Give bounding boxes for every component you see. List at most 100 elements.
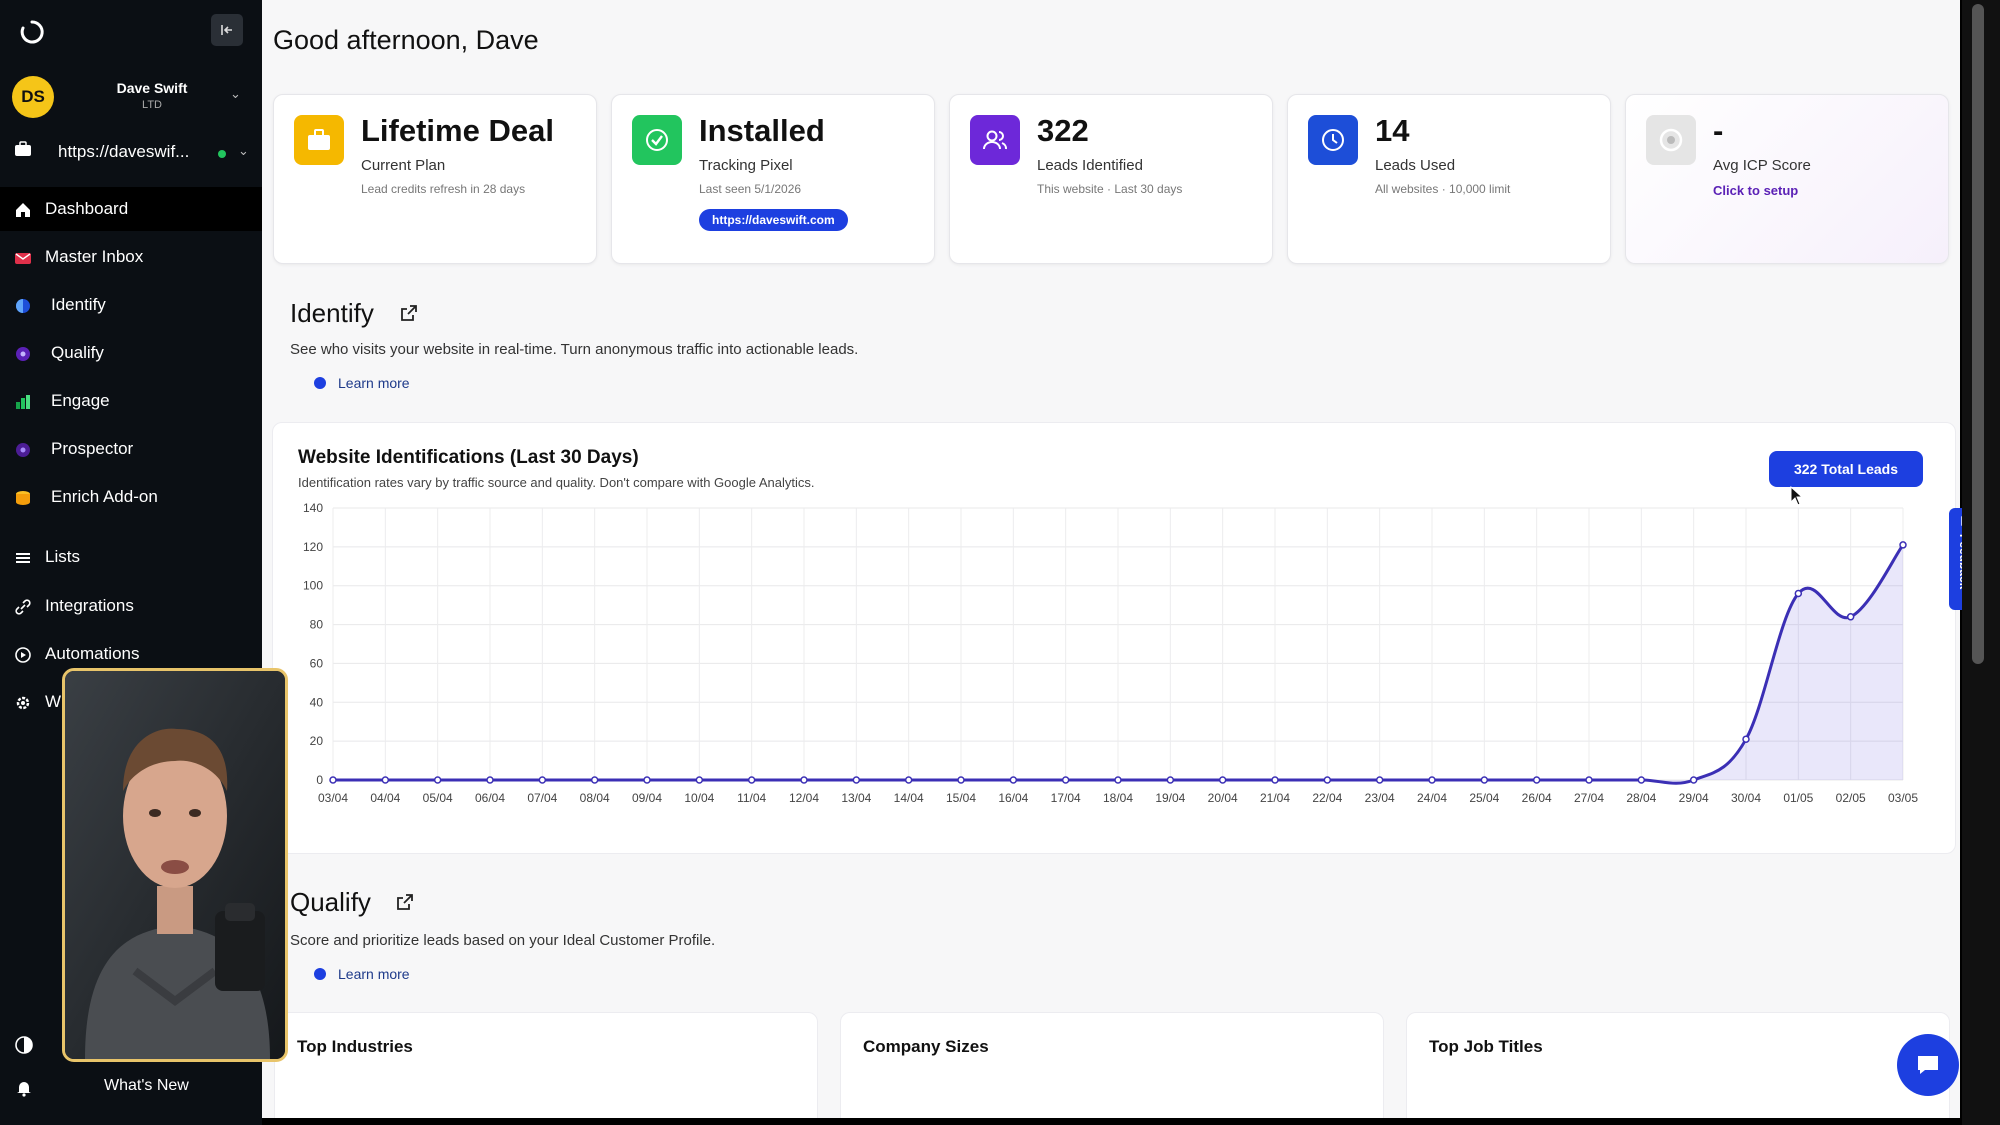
stat-subtext: Lead credits refresh in 28 days bbox=[361, 182, 526, 196]
x-tick-label: 09/04 bbox=[632, 791, 662, 805]
scrollbar[interactable] bbox=[1962, 0, 2000, 1125]
sidebar-item-prospector[interactable]: Prospector bbox=[0, 427, 262, 471]
data-point bbox=[1637, 776, 1646, 784]
collapse-sidebar-button[interactable] bbox=[211, 14, 243, 46]
x-tick-label: 22/04 bbox=[1312, 791, 1342, 805]
data-point bbox=[1323, 776, 1332, 784]
total-leads-button[interactable]: 322 Total Leads bbox=[1769, 451, 1923, 487]
theme-icon[interactable] bbox=[14, 1035, 34, 1055]
user-switcher[interactable]: DS Dave Swift LTD ⌄ bbox=[12, 76, 252, 118]
external-link-icon[interactable] bbox=[396, 893, 414, 911]
setup-icp-link[interactable]: Click to setup bbox=[1713, 183, 1798, 198]
data-point bbox=[1585, 776, 1593, 784]
identify-learn-more-link[interactable]: Learn more bbox=[338, 375, 410, 391]
sidebar-item-label: Lists bbox=[45, 547, 80, 566]
data-point bbox=[486, 776, 494, 784]
qualify-learn-more-link[interactable]: Learn more bbox=[338, 966, 410, 982]
stat-card-leads-used: 14 Leads Used All websites · 10,000 limi… bbox=[1287, 94, 1611, 264]
sidebar-item-engage[interactable]: Engage bbox=[0, 379, 262, 423]
sidebar-item-lists[interactable]: Lists bbox=[0, 535, 262, 579]
y-tick-label: 120 bbox=[303, 540, 323, 554]
logo-icon[interactable] bbox=[18, 18, 46, 46]
sidebar-item-qualify[interactable]: Qualify bbox=[0, 331, 262, 375]
qualify-description: Score and prioritize leads based on your… bbox=[290, 932, 716, 949]
whats-new-link[interactable]: What's New bbox=[104, 1077, 189, 1095]
chart-title: Website Identifications (Last 30 Days) bbox=[298, 447, 639, 468]
identify-section-title: Identify bbox=[290, 298, 374, 328]
sidebar-item-label: Engage bbox=[51, 391, 110, 410]
collapse-icon bbox=[221, 25, 232, 35]
x-tick-label: 17/04 bbox=[1051, 791, 1081, 805]
data-point bbox=[1742, 735, 1750, 743]
briefcase-icon bbox=[294, 115, 344, 165]
stat-card-leads-identified: 322 Leads Identified This website · Last… bbox=[949, 94, 1273, 264]
x-tick-label: 06/04 bbox=[475, 791, 505, 805]
sidebar-item-integrations[interactable]: Integrations bbox=[0, 584, 262, 628]
data-point bbox=[1899, 541, 1907, 549]
user-plan: LTD bbox=[142, 99, 162, 111]
x-tick-label: 30/04 bbox=[1731, 791, 1761, 805]
stat-card-icp-score[interactable]: - Avg ICP Score Click to setup bbox=[1625, 94, 1949, 264]
users-icon bbox=[970, 115, 1020, 165]
target-icon bbox=[1646, 115, 1696, 165]
data-point bbox=[1271, 776, 1279, 784]
sidebar-item-identify[interactable]: Identify bbox=[0, 283, 262, 327]
x-tick-label: 02/05 bbox=[1836, 791, 1866, 805]
x-tick-label: 12/04 bbox=[789, 791, 819, 805]
chat-button[interactable] bbox=[1897, 1034, 1959, 1096]
stat-value: - bbox=[1713, 113, 1724, 148]
sidebar-item-enrich-addon[interactable]: Enrich Add-on bbox=[0, 475, 262, 519]
data-point bbox=[1846, 613, 1855, 621]
y-tick-label: 20 bbox=[310, 734, 324, 748]
mouse-cursor bbox=[1790, 486, 1804, 506]
scrollbar-thumb[interactable] bbox=[1972, 4, 1984, 664]
sidebar-item-label: W bbox=[45, 692, 62, 711]
external-link-icon[interactable] bbox=[400, 304, 418, 322]
stat-label: Leads Identified bbox=[1037, 157, 1143, 174]
stat-value: 14 bbox=[1375, 113, 1410, 148]
data-point bbox=[1532, 776, 1541, 784]
stat-value: Installed bbox=[699, 113, 825, 148]
x-tick-label: 27/04 bbox=[1574, 791, 1604, 805]
sidebar-item-label: Dashboard bbox=[45, 199, 129, 218]
website-url-button[interactable]: https://daveswift.com bbox=[699, 209, 848, 231]
mail-icon bbox=[15, 253, 31, 264]
card-title: Company Sizes bbox=[863, 1037, 989, 1056]
stat-label: Current Plan bbox=[361, 157, 446, 174]
stat-label: Leads Used bbox=[1375, 157, 1456, 174]
website-switcher[interactable]: https://daveswif... ⌄ bbox=[12, 136, 252, 168]
sidebar-item-master-inbox[interactable]: Master Inbox bbox=[0, 235, 262, 279]
bell-icon[interactable] bbox=[14, 1078, 34, 1098]
data-point bbox=[695, 776, 704, 784]
stat-value: Lifetime Deal bbox=[361, 113, 554, 148]
x-tick-label: 26/04 bbox=[1522, 791, 1552, 805]
sidebar-item-label: Prospector bbox=[51, 439, 134, 458]
presenter-video bbox=[65, 671, 285, 1059]
prospector-icon bbox=[16, 443, 30, 457]
sidebar-item-label: Automations bbox=[45, 644, 140, 663]
website-identifications-chart: Website Identifications (Last 30 Days) I… bbox=[272, 422, 1956, 854]
x-tick-label: 23/04 bbox=[1365, 791, 1395, 805]
sidebar-item-label: Master Inbox bbox=[45, 247, 144, 266]
sidebar-item-dashboard[interactable]: Dashboard bbox=[0, 187, 262, 231]
stat-value: 322 bbox=[1037, 113, 1089, 148]
status-dot bbox=[218, 150, 226, 158]
x-tick-label: 29/04 bbox=[1679, 791, 1709, 805]
card-title: Top Industries bbox=[297, 1037, 413, 1056]
y-tick-label: 80 bbox=[310, 618, 324, 632]
y-tick-label: 40 bbox=[310, 695, 324, 709]
x-tick-label: 08/04 bbox=[580, 791, 610, 805]
company-sizes-card: Company Sizes bbox=[840, 1012, 1384, 1118]
x-tick-label: 11/04 bbox=[737, 791, 766, 805]
data-point bbox=[1689, 776, 1698, 784]
play-icon bbox=[314, 377, 326, 389]
x-tick-label: 04/04 bbox=[370, 791, 400, 805]
data-point bbox=[1218, 776, 1227, 784]
data-point bbox=[1166, 776, 1175, 784]
data-point bbox=[1061, 776, 1070, 784]
qualify-section-title: Qualify bbox=[290, 887, 371, 917]
x-tick-label: 03/05 bbox=[1888, 791, 1918, 805]
data-point bbox=[1428, 776, 1436, 784]
stat-subtext: Last seen 5/1/2026 bbox=[699, 182, 802, 196]
x-tick-label: 20/04 bbox=[1208, 791, 1238, 805]
